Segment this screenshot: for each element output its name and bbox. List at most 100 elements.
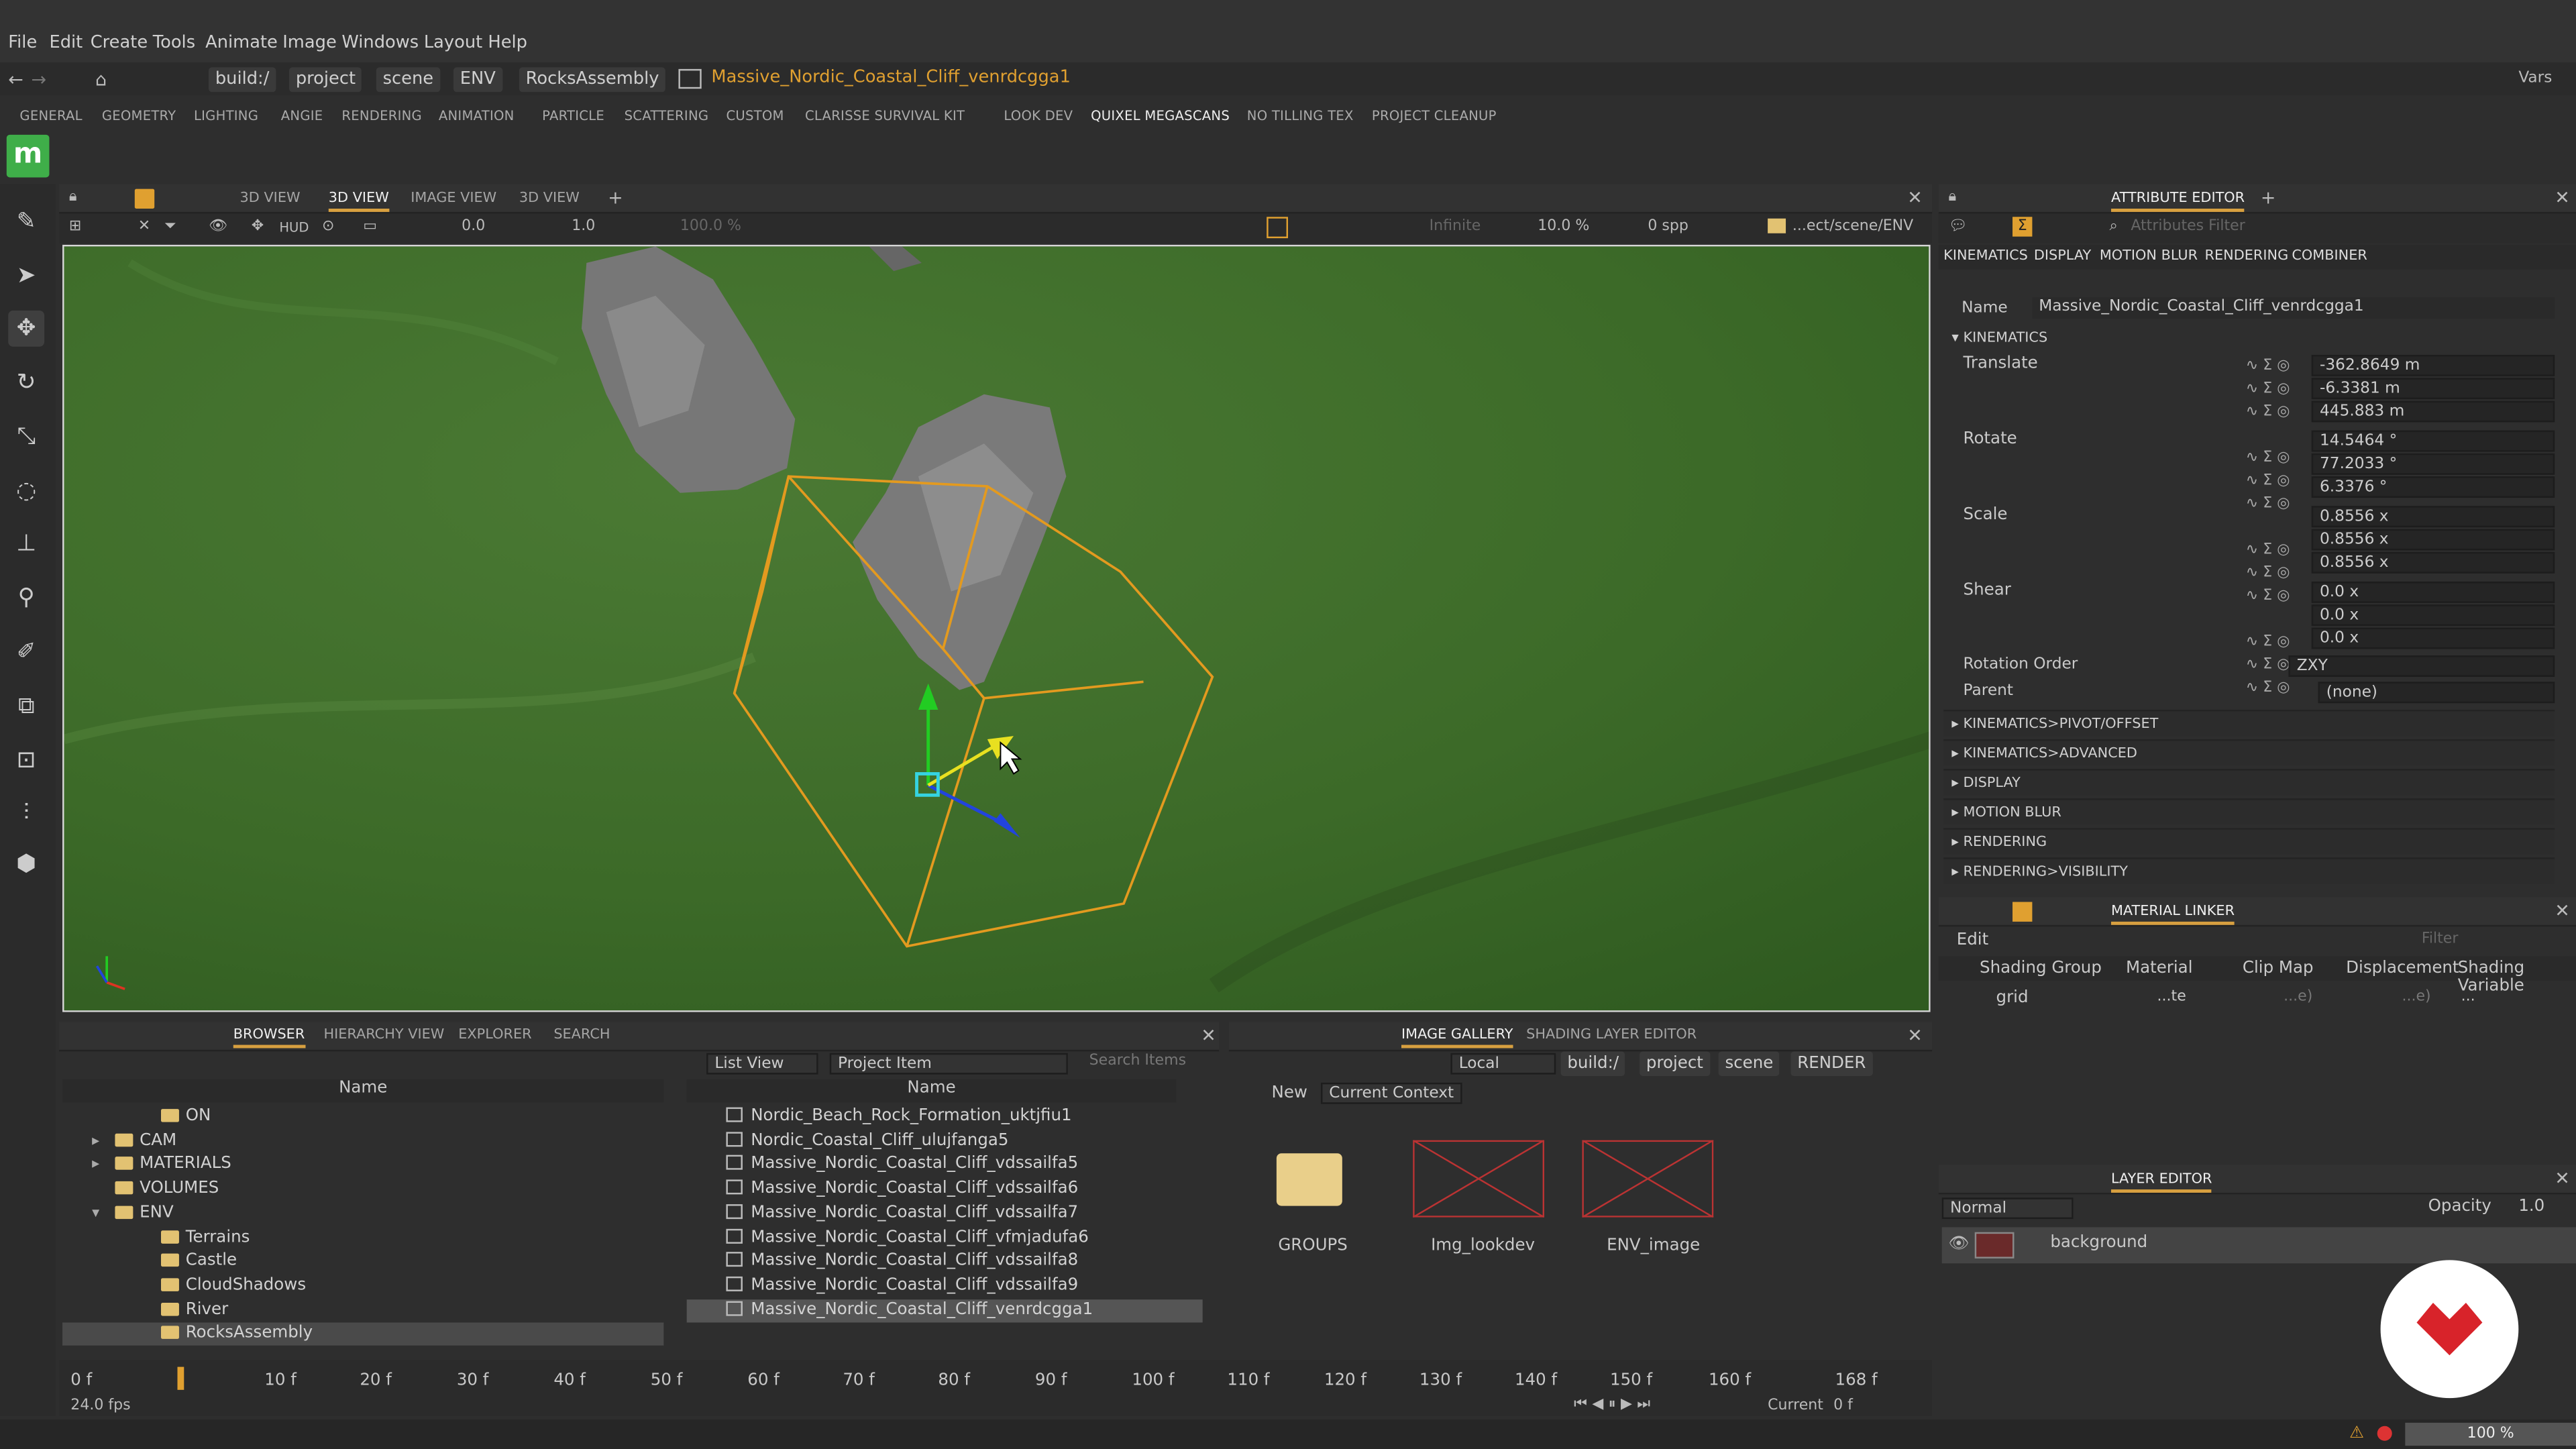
playback-controls[interactable]: ⏮◀⏸▶⏭	[1574, 1397, 1655, 1413]
list-item[interactable]: Massive_Nordic_Coastal_Cliff_vdssailfa8	[687, 1250, 1203, 1273]
ml-row-material[interactable]: ...te	[2157, 989, 2186, 1005]
list-item[interactable]: Massive_Nordic_Coastal_Cliff_vdssailfa5	[687, 1154, 1203, 1177]
list-item[interactable]: Massive_Nordic_Coastal_Cliff_vdssailfa9	[687, 1275, 1203, 1297]
shear-x-field[interactable]: 0.0 x	[2311, 581, 2555, 603]
3d-viewport[interactable]	[62, 244, 1931, 1012]
gallery-crumb-project[interactable]: project	[1640, 1051, 1710, 1077]
shear-z-field[interactable]: 0.0 x	[2311, 627, 2555, 649]
tab-image-gallery[interactable]: IMAGE GALLERY	[1401, 1022, 1513, 1049]
menu-edit[interactable]: Edit	[49, 33, 83, 52]
quality-value[interactable]: 100.0 %	[680, 219, 741, 235]
le-close-icon[interactable]: ✕	[2555, 1168, 2570, 1189]
back-arrow-icon[interactable]: ←	[8, 69, 23, 91]
paint-tool-icon[interactable]: ⚲	[8, 580, 44, 616]
shelf-tab-lighting[interactable]: LIGHTING	[194, 109, 258, 123]
attr-tab-motion-blur[interactable]: MOTION BLUR	[2100, 248, 2198, 264]
layer-row[interactable]	[1941, 1227, 2576, 1264]
tree-item[interactable]: ▾ ENV	[62, 1202, 663, 1225]
tree-item[interactable]: Terrains	[62, 1226, 663, 1249]
path-crumb-rocksassembly[interactable]: RocksAssembly	[519, 67, 666, 93]
current-frame-field[interactable]: 0 f	[1833, 1398, 1853, 1414]
rotate-z-field[interactable]: 6.3376 °	[2311, 476, 2555, 498]
crop-tool-icon[interactable]: ⧉	[8, 688, 44, 724]
translate-z-field[interactable]: 445.883 m	[2311, 400, 2555, 423]
ml-col-displacement[interactable]: Displacement	[2346, 959, 2459, 977]
tree-arrow-icon[interactable]: ▾	[92, 1202, 99, 1225]
attr-tab-rendering[interactable]: RENDERING	[2205, 248, 2289, 264]
tree-arrow-icon[interactable]: ▸	[92, 1154, 99, 1177]
ml-filter-input[interactable]: Filter	[2422, 932, 2459, 948]
path-crumb-project[interactable]: project	[289, 67, 362, 93]
tree-item[interactable]: CloudShadows	[62, 1275, 663, 1297]
tree-item[interactable]: ▸ CAM	[62, 1130, 663, 1152]
eye-icon[interactable]: 👁︎	[209, 219, 227, 235]
frame-icon[interactable]: ⊞	[69, 219, 81, 235]
pick-tool-icon[interactable]: ✎	[8, 204, 44, 240]
search-items-input[interactable]: Search Items	[1089, 1053, 1186, 1069]
shelf-tab-no-tilling-tex[interactable]: NO TILLING TEX	[1247, 109, 1354, 123]
exposure-value[interactable]: 0.0	[462, 219, 485, 235]
close-panel-icon[interactable]: ✕	[1907, 187, 1923, 209]
kinematics-section[interactable]: ▾ KINEMATICS	[1943, 325, 2555, 352]
camera-tool-icon[interactable]: ⊡	[8, 743, 44, 779]
tab-material-linker[interactable]: MATERIAL LINKER	[2110, 899, 2235, 925]
attr-lock-icon[interactable]: 🔒︎	[1949, 189, 1957, 205]
stamp-tool-icon[interactable]: ⊥	[8, 526, 44, 562]
section-kinematics-pivot[interactable]: ▸ KINEMATICS>PIVOT/OFFSET	[1943, 709, 2555, 737]
scale-tool-icon[interactable]: ⤡	[8, 419, 44, 455]
tree-item[interactable]: RocksAssembly	[62, 1323, 664, 1346]
ml-row-disp[interactable]: ...e)	[2402, 989, 2430, 1005]
rotate-x-field[interactable]: 14.5464 °	[2311, 430, 2555, 452]
shelf-tab-project-cleanup[interactable]: PROJECT CLEANUP	[1372, 109, 1497, 123]
layer-visibility-icon[interactable]: 👁︎	[1949, 1236, 1970, 1254]
tab-shading-layer-editor[interactable]: SHADING LAYER EDITOR	[1526, 1022, 1697, 1048]
list-item[interactable]: Massive_Nordic_Coastal_Cliff_vdssailfa6	[687, 1178, 1203, 1201]
shelf-tab-scattering[interactable]: SCATTERING	[625, 109, 709, 123]
scale-z-field[interactable]: 0.8556 x	[2311, 551, 2555, 574]
rotate-tool-icon[interactable]: ↻	[8, 365, 44, 401]
tab-layer-editor[interactable]: LAYER EDITOR	[2110, 1167, 2212, 1193]
menu-animate[interactable]: Animate	[205, 33, 278, 52]
current-object-path[interactable]: Massive_Nordic_Coastal_Cliff_venrdcgga1	[711, 67, 1071, 87]
tab-3d-view-2[interactable]: 3D VIEW	[328, 186, 389, 212]
list-item[interactable]: Massive_Nordic_Coastal_Cliff_venrdcgga1	[686, 1299, 1203, 1322]
view-mode-select[interactable]: List View	[706, 1053, 818, 1075]
add-tab-icon[interactable]: +	[608, 187, 623, 209]
ml-row-group[interactable]: grid	[1996, 989, 2029, 1007]
path-crumb-scene[interactable]: scene	[376, 67, 440, 93]
gamma-value[interactable]: 1.0	[572, 219, 595, 235]
infinite-value[interactable]: Infinite	[1430, 219, 1481, 235]
shear-y-field[interactable]: 0.0 x	[2311, 604, 2555, 627]
ml-row-var[interactable]: ...	[2461, 989, 2475, 1005]
forward-arrow-icon[interactable]: →	[32, 69, 47, 91]
measure-tool-icon[interactable]: ⫶	[8, 795, 44, 831]
attr-tab-kinematics[interactable]: KINEMATICS	[1943, 248, 2028, 264]
list-item[interactable]: Massive_Nordic_Coastal_Cliff_vdssailfa7	[687, 1202, 1203, 1225]
scatter-tool-icon[interactable]: ⬢	[8, 846, 44, 882]
tab-hierarchy-view[interactable]: HIERARCHY VIEW	[323, 1022, 444, 1048]
attr-tab-combiner[interactable]: COMBINER	[2292, 248, 2367, 264]
section-kinematics-advanced[interactable]: ▸ KINEMATICS>ADVANCED	[1943, 739, 2555, 766]
error-icon[interactable]	[2377, 1426, 2392, 1441]
ml-col-shading-group[interactable]: Shading Group	[1980, 959, 2102, 977]
list-item[interactable]: Nordic_Coastal_Cliff_ulujfanga5	[687, 1130, 1203, 1152]
tab-3d-view-1[interactable]: 3D VIEW	[240, 186, 301, 212]
shelf-tab-look-dev[interactable]: LOOK DEV	[1004, 109, 1073, 123]
gallery-location-select[interactable]: Local	[1450, 1053, 1556, 1075]
transform-tool-icon[interactable]: ◌	[8, 473, 44, 509]
rotation-order-select[interactable]: ZXY	[2288, 655, 2555, 677]
hud-toggle[interactable]: HUD	[279, 220, 309, 235]
missing-image-icon[interactable]	[1582, 1140, 1714, 1218]
opacity-field[interactable]: 1.0	[2518, 1197, 2544, 1216]
menu-image[interactable]: Image	[282, 33, 337, 52]
tab-image-view[interactable]: IMAGE VIEW	[411, 186, 496, 212]
shelf-tab-custom[interactable]: CUSTOM	[726, 109, 784, 123]
ml-close-icon[interactable]: ✕	[2555, 900, 2570, 922]
camera-icon[interactable]: ⊙	[322, 219, 334, 235]
shelf-tab-clarisse-survival-kit[interactable]: CLARISSE SURVIVAL KIT	[805, 109, 965, 123]
gallery-context-select[interactable]: Current Context	[1320, 1082, 1462, 1104]
ml-col-material[interactable]: Material	[2126, 959, 2192, 977]
type-filter-select[interactable]: Project Item	[829, 1053, 1068, 1075]
tree-item[interactable]: ON	[62, 1106, 663, 1128]
megascans-bridge-icon[interactable]: m	[6, 134, 50, 178]
